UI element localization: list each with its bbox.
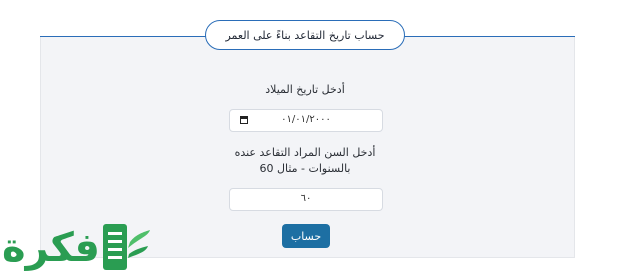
notebook-leaf-icon — [103, 224, 150, 270]
calculator-title-text: حساب تاريخ التقاعد بناءً على العمر — [225, 28, 385, 42]
birthdate-label: أدخل تاريخ الميلاد — [265, 83, 345, 96]
retirement-age-value: ٦٠ — [300, 193, 312, 204]
retirement-age-input[interactable]: ٦٠ — [229, 188, 383, 211]
calculator-title: حساب تاريخ التقاعد بناءً على العمر — [205, 20, 405, 50]
site-logo: فكرة — [0, 218, 160, 279]
birthdate-input[interactable]: ٠١/٠١/٢٠٠٠ — [229, 109, 383, 132]
retirement-age-example: بالسنوات - مثال 60 — [259, 162, 351, 175]
calculate-button[interactable]: حساب — [282, 224, 330, 248]
retirement-age-label: أدخل السن المراد التقاعد عنده — [234, 146, 376, 159]
birthdate-value: ٠١/٠١/٢٠٠٠ — [281, 114, 331, 125]
